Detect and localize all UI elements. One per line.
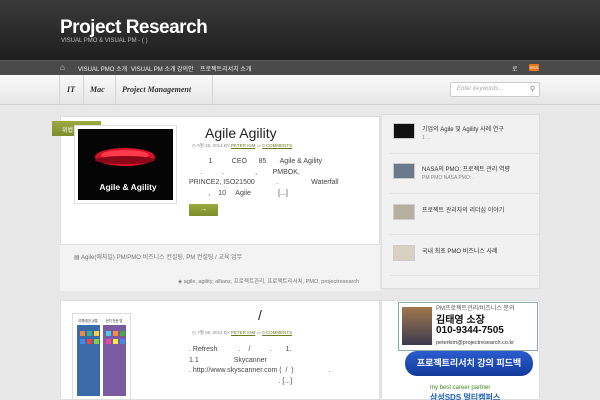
read-more-button[interactable]: → (189, 204, 218, 216)
travel-apps-image: 여행/출장 공통 현지 전문 앱 (76, 317, 127, 396)
category-it[interactable]: IT (67, 85, 75, 94)
sidebar-item[interactable]: 국내 최초 PMO 비즈니스 사례 (389, 238, 539, 276)
sidebar-item-excerpt: 1 ... (422, 135, 431, 141)
feedback-button[interactable]: 프로젝트리서치 강의 피드백 (405, 351, 533, 376)
post-comments[interactable]: 0 COMMENTS (262, 330, 292, 335)
site-tagline: VISUAL PMO & VISUAL PM - ( ) (61, 38, 148, 44)
post-title[interactable]: / (258, 307, 262, 323)
image-label: 현지 전문 앱 (106, 318, 123, 323)
avatar (402, 307, 432, 345)
post-meta: ◷ 7월 06, 2014 BY PETER KIM ▭ 0 COMMENTS (192, 330, 292, 336)
sidebar-item-title[interactable]: 기업의 Agile 및 Agility 사례 연구 (422, 124, 504, 133)
post-author[interactable]: PETER KIM (231, 143, 255, 148)
sidebar-thumbnail[interactable] (393, 204, 415, 220)
partner-logo[interactable]: 삼성SDS 멀티캠퍼스 (430, 392, 500, 400)
sidebar-thumbnail[interactable] (393, 163, 415, 179)
post-thumbnail[interactable]: Agile & Agility (74, 125, 177, 204)
post-excerpt: . Refresh . / . 1. 1.1 Skycanner . http:… (189, 346, 331, 385)
post-thumbnail[interactable]: 여행/출장 공통 현지 전문 앱 (72, 313, 131, 400)
top-navigation: ⌂ VISUAL PMO 소개 VISUAL PM 소개 강의안 프로젝트리서치… (0, 60, 600, 75)
nav-item-visual-pm[interactable]: VISUAL PM 소개 (131, 64, 176, 73)
divider (212, 75, 213, 105)
sidebar-item-title[interactable]: 프로젝트 관리자의 리더십 이야기 (422, 205, 504, 214)
post-date: 7월 06, 2014 BY (197, 330, 230, 335)
post-comments[interactable]: 0 COMMENTS (262, 143, 292, 148)
contact-email[interactable]: peterkim@projectresearch.co.kr (436, 340, 514, 346)
post-date: 9월 25, 2014 BY (197, 143, 230, 148)
sidebar-item[interactable]: 기업의 Agile 및 Agility 사례 연구 1 ... (389, 116, 539, 154)
nav-item-lectures[interactable]: 강의안 (177, 64, 194, 73)
image-label: 여행/출장 공통 (78, 318, 97, 323)
post-category-links[interactable]: Agile(애자일) PM/PMO 비즈니스 컨설팅, PM 컨설팅 / 교육 … (81, 255, 242, 261)
post-tag-links[interactable]: agile, agility, allianz, 프로젝트관리, 프로젝트리서치… (184, 279, 359, 285)
sidebar-item[interactable]: 프로젝트 관리자의 리더십 이야기 (389, 197, 539, 235)
sidebar-thumbnail[interactable] (393, 123, 415, 139)
contact-phone: 010-9344-7505 (436, 325, 504, 336)
partner-tagline: my best career partner (430, 385, 491, 391)
sidebar-item-excerpt: PM PMO NASA PMO: . (422, 175, 474, 181)
divider (59, 75, 60, 105)
post-author[interactable]: PETER KIM (231, 330, 255, 335)
divider (83, 75, 84, 105)
nav-item-visual-pmo[interactable]: VISUAL PMO 소개 (78, 64, 127, 73)
home-icon[interactable]: ⌂ (60, 64, 69, 72)
stadium-image: Agile & Agility (78, 129, 173, 200)
site-title[interactable]: Project Research (60, 17, 208, 39)
post-excerpt: 1 CEO 85 Agile & Agility . . , PMBOK, PR… (189, 158, 339, 197)
post-meta: ◷ 9월 25, 2014 BY PETER KIM ▭ 0 COMMENTS (192, 143, 292, 149)
sidebar-thumbnail[interactable] (393, 245, 415, 261)
category-project-management[interactable]: Project Management (122, 85, 191, 94)
post-title[interactable]: Agile Agility (205, 125, 277, 141)
sidebar-item-title[interactable]: 국내 최초 PMO 비즈니스 사례 (422, 246, 498, 255)
category-mac[interactable]: Mac (90, 85, 105, 94)
divider (115, 75, 116, 105)
nav-item-about[interactable]: 프로젝트리서치 소개 (200, 64, 251, 73)
nav-login-link[interactable]: 로 (512, 64, 518, 73)
contact-name: 김태영 소장 (436, 315, 485, 326)
sidebar-item-title[interactable]: NASA의 PMO: 프로젝트 관리 역량 (422, 164, 510, 173)
folder-icon: ▤ (74, 255, 82, 261)
search-box[interactable]: Enter keywords... ⚲ (450, 82, 540, 97)
site-header: Project Research VISUAL PMO & VISUAL PM … (0, 0, 600, 60)
search-icon[interactable]: ⚲ (530, 85, 535, 93)
image-caption: Agile & Agility (99, 182, 157, 192)
post-tags: ◈ agile, agility, allianz, 프로젝트관리, 프로젝트리… (178, 277, 359, 285)
rss-icon[interactable]: RSS (529, 64, 539, 71)
post-categories: ▤ Agile(애자일) PM/PMO 비즈니스 컨설팅, PM 컨설팅 / 교… (74, 252, 242, 261)
sidebar-item[interactable]: NASA의 PMO: 프로젝트 관리 역량 PM PMO NASA PMO: . (389, 156, 539, 194)
search-input[interactable]: Enter keywords... (457, 86, 503, 92)
